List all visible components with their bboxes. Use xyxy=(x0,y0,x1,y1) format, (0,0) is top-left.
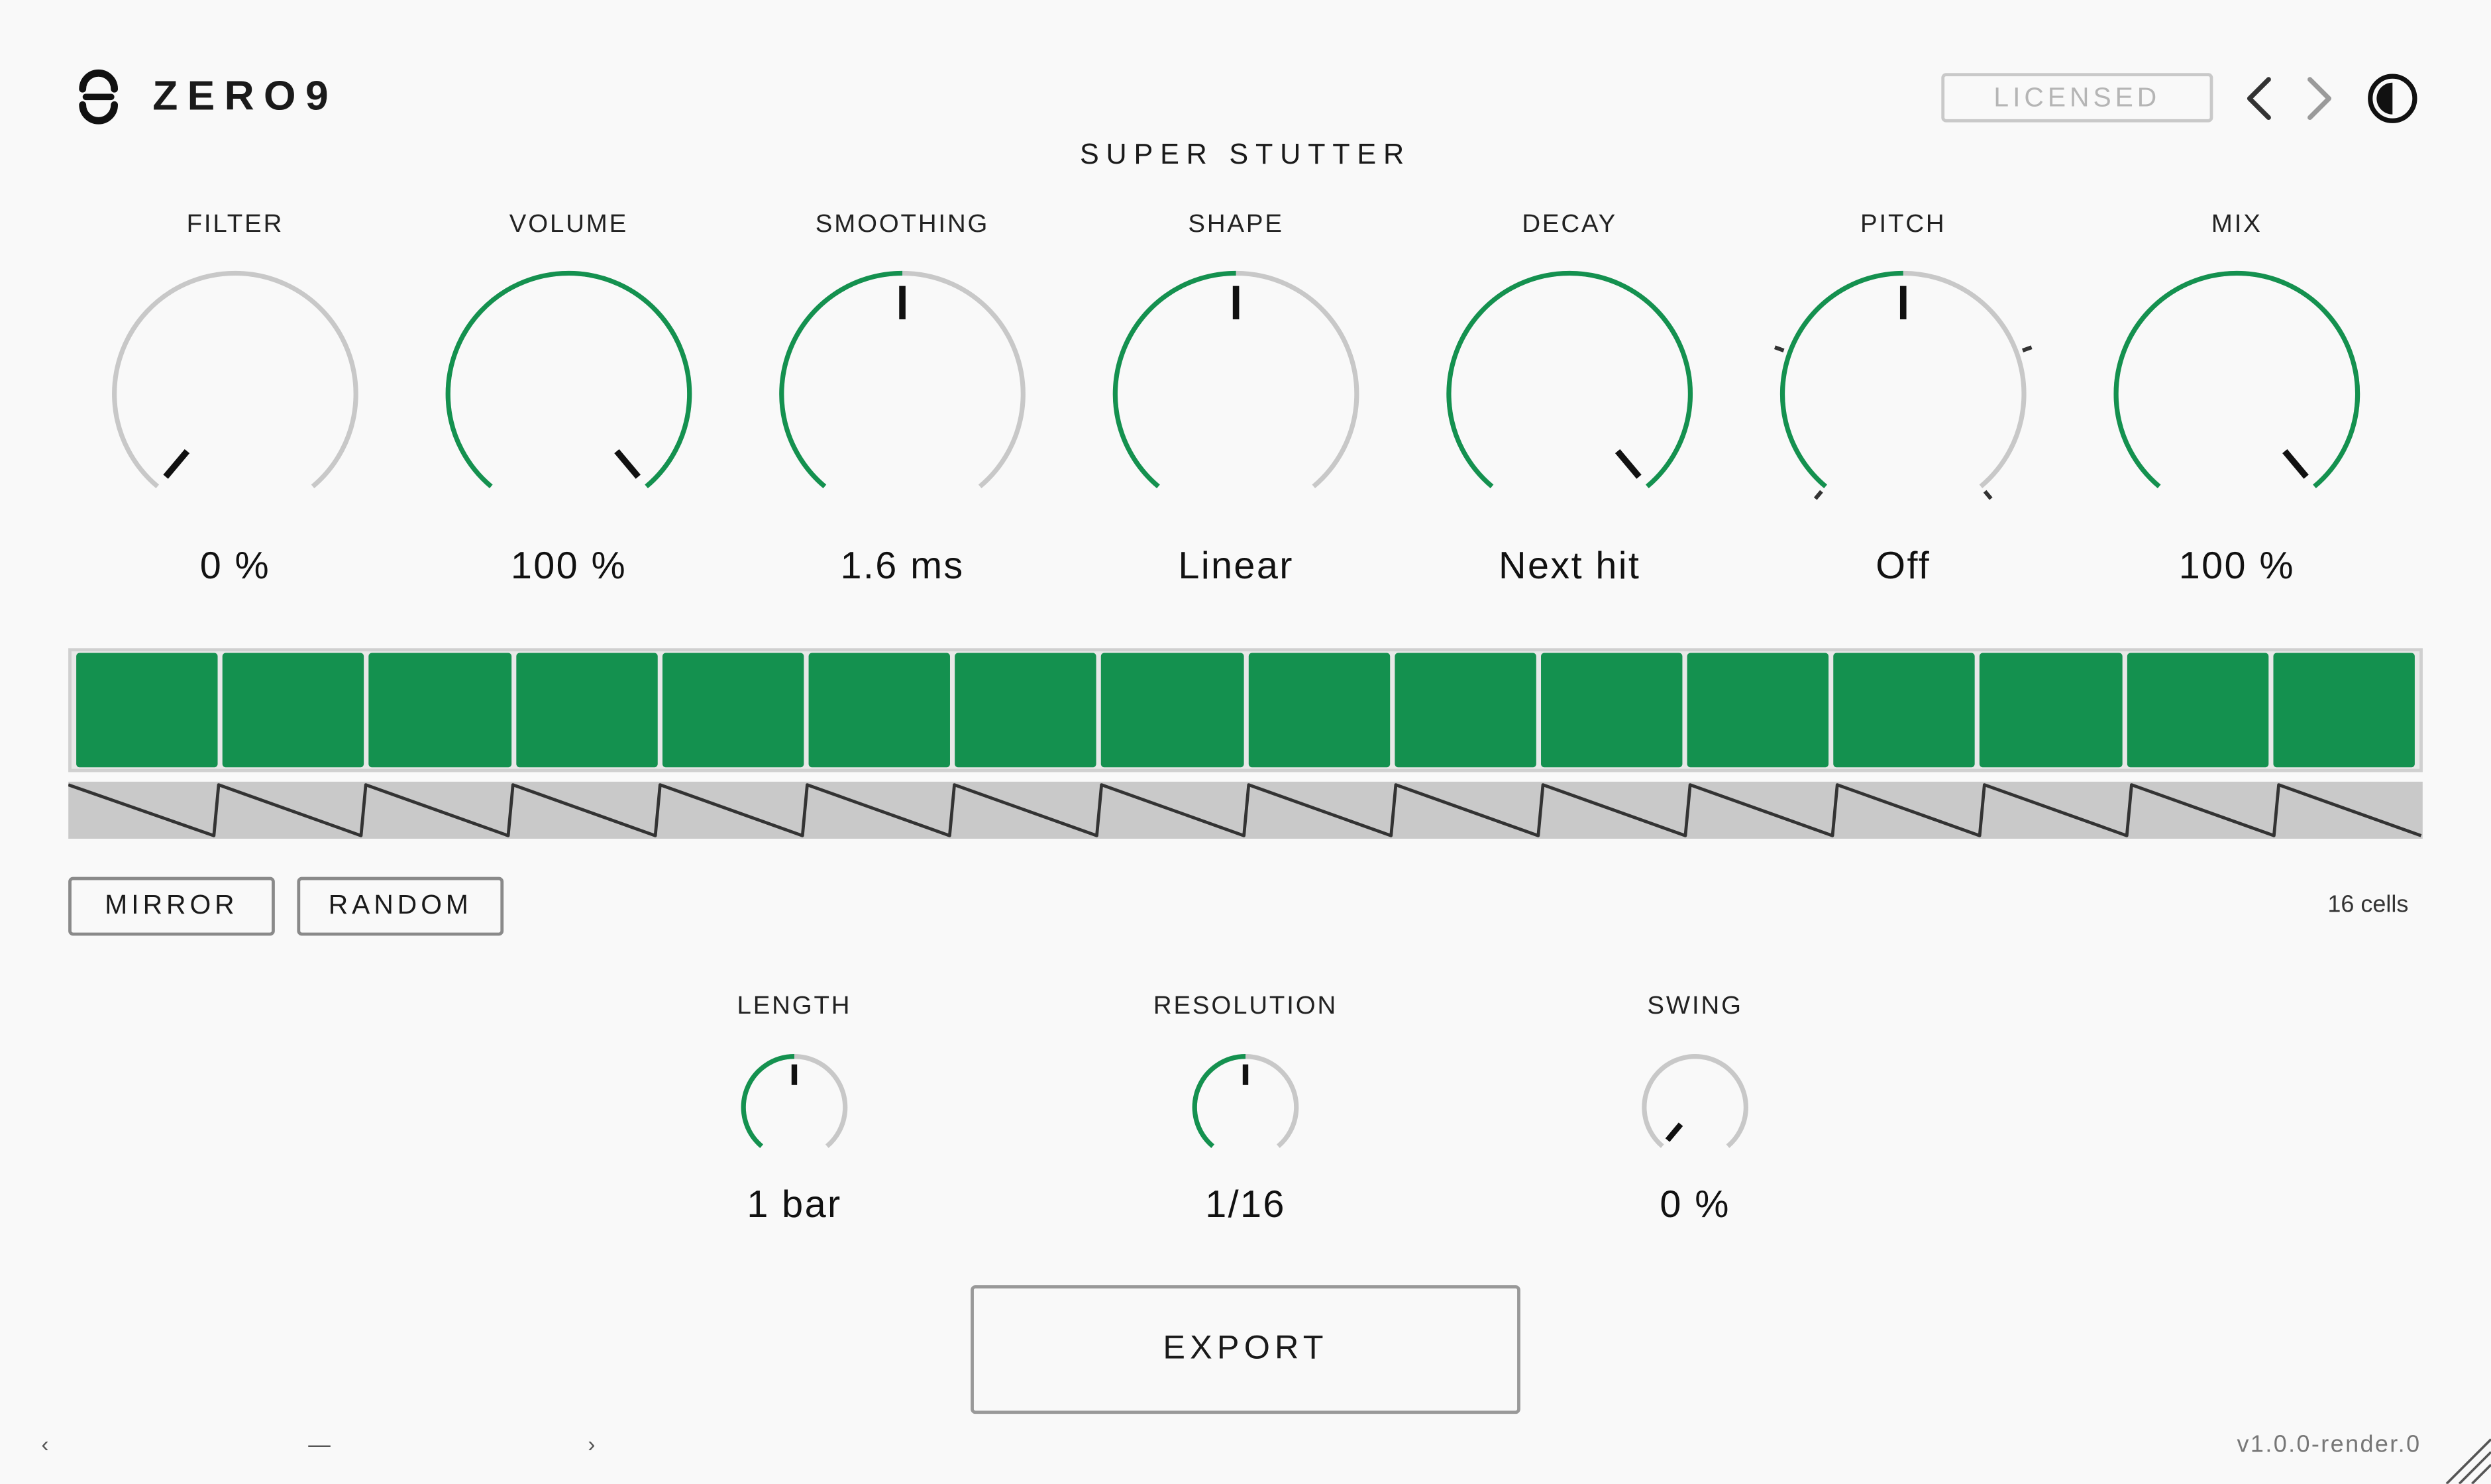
shape-knob[interactable] xyxy=(1093,251,1379,537)
shape-value: Linear xyxy=(1178,545,1294,588)
sequencer-cells xyxy=(72,651,2419,768)
resolution-knob[interactable] xyxy=(1173,1034,1319,1181)
random-button[interactable]: RANDOM xyxy=(297,876,504,936)
sequencer-cell[interactable] xyxy=(1394,653,1536,768)
contrast-icon[interactable] xyxy=(2366,72,2420,126)
length-value: 1 bar xyxy=(747,1183,842,1227)
filter-pointer xyxy=(163,449,190,479)
volume-value-arc xyxy=(445,270,692,489)
smoothing-value-arc xyxy=(779,270,903,489)
swing-track xyxy=(1642,1054,1748,1148)
plugin-window: ZERO9 LICENSED SUPER STUTTER FILTER 0 % VO… xyxy=(0,0,2491,1484)
shape-label: SHAPE xyxy=(1188,211,1284,238)
sequencer-cell[interactable] xyxy=(1247,653,1390,768)
volume-label: VOLUME xyxy=(509,211,629,238)
filter-knob[interactable] xyxy=(92,251,378,537)
sequencer-cell[interactable] xyxy=(2126,653,2268,768)
sequencer-cell[interactable] xyxy=(955,653,1097,768)
version-label: v1.0.0-render.0 xyxy=(2237,1431,2421,1459)
pitch-tick-1 xyxy=(1774,345,1785,352)
chevron-right-icon[interactable] xyxy=(2300,73,2339,124)
cell-count-label: 16 cells xyxy=(2327,891,2409,919)
swing-pointer xyxy=(1665,1122,1683,1142)
footer-separator: — xyxy=(308,1431,331,1457)
export-button[interactable]: EXPORT xyxy=(971,1285,1520,1414)
smoothing-label: SMOOTHING xyxy=(815,211,990,238)
pitch-tick-2 xyxy=(2021,345,2033,352)
smoothing-value: 1.6 ms xyxy=(840,545,965,588)
sequencer-cell[interactable] xyxy=(1833,653,1976,768)
mix-value: 100 % xyxy=(2178,545,2295,588)
license-status-button[interactable]: LICENSED xyxy=(1941,73,2213,123)
filter-label: FILTER xyxy=(186,211,284,238)
zero9-logo-icon xyxy=(79,69,119,125)
pitch-label: PITCH xyxy=(1860,211,1946,238)
sequencer-cell[interactable] xyxy=(369,653,511,768)
length-label: LENGTH xyxy=(737,992,852,1020)
sequencer-cell[interactable] xyxy=(1540,653,1683,768)
envelope-preview xyxy=(68,781,2423,839)
footer-scroll-right[interactable]: › xyxy=(588,1432,595,1457)
pitch-value-arc xyxy=(1779,270,1903,489)
decay-knob[interactable] xyxy=(1426,251,1713,537)
shape-value-arc xyxy=(1112,270,1236,489)
sequencer-cell[interactable] xyxy=(1687,653,1829,768)
resolution-value: 1/16 xyxy=(1205,1183,1286,1227)
product-title: SUPER STUTTER xyxy=(1079,138,1411,170)
swing-value: 0 % xyxy=(1660,1183,1730,1227)
mix-pointer xyxy=(2282,449,2309,479)
length-knob[interactable] xyxy=(721,1034,868,1181)
resize-grip-icon[interactable] xyxy=(2440,1433,2491,1484)
pitch-value: Off xyxy=(1876,545,1931,588)
sequencer-cell[interactable] xyxy=(662,653,804,768)
volume-pointer xyxy=(614,449,641,479)
brand-name: ZERO9 xyxy=(152,71,339,119)
chevron-left-icon[interactable] xyxy=(2240,73,2278,124)
sequencer-cell[interactable] xyxy=(1101,653,1244,768)
mix-label: MIX xyxy=(2211,211,2262,238)
sequencer-cell[interactable] xyxy=(2273,653,2415,768)
sequencer-cell[interactable] xyxy=(1980,653,2122,768)
volume-knob[interactable] xyxy=(426,251,712,537)
smoothing-knob[interactable] xyxy=(759,251,1045,537)
decay-label: DECAY xyxy=(1522,211,1618,238)
filter-track xyxy=(112,270,358,489)
pitch-knob[interactable] xyxy=(1760,251,2046,537)
mirror-button[interactable]: MIRROR xyxy=(68,876,275,936)
sequencer-cell[interactable] xyxy=(515,653,658,768)
resolution-value-arc xyxy=(1192,1054,1246,1148)
pitch-tick-0 xyxy=(1813,490,1823,500)
mix-value-arc xyxy=(2113,270,2360,489)
sequencer-cell[interactable] xyxy=(76,653,218,768)
sequencer-cell[interactable] xyxy=(808,653,951,768)
resolution-label: RESOLUTION xyxy=(1153,992,1338,1020)
step-sequencer xyxy=(68,648,2423,772)
filter-value: 0 % xyxy=(199,545,271,588)
swing-knob[interactable] xyxy=(1622,1034,1768,1181)
length-value-arc xyxy=(741,1054,794,1148)
sequencer-cell[interactable] xyxy=(223,653,365,768)
decay-value-arc xyxy=(1446,270,1693,489)
volume-value: 100 % xyxy=(510,545,627,588)
swing-label: SWING xyxy=(1647,992,1743,1020)
mix-knob[interactable] xyxy=(2094,251,2380,537)
decay-value: Next hit xyxy=(1499,545,1641,588)
pitch-tick-3 xyxy=(1983,490,1993,500)
footer-scroll-left[interactable]: ‹ xyxy=(41,1432,48,1457)
decay-pointer xyxy=(1615,449,1642,479)
